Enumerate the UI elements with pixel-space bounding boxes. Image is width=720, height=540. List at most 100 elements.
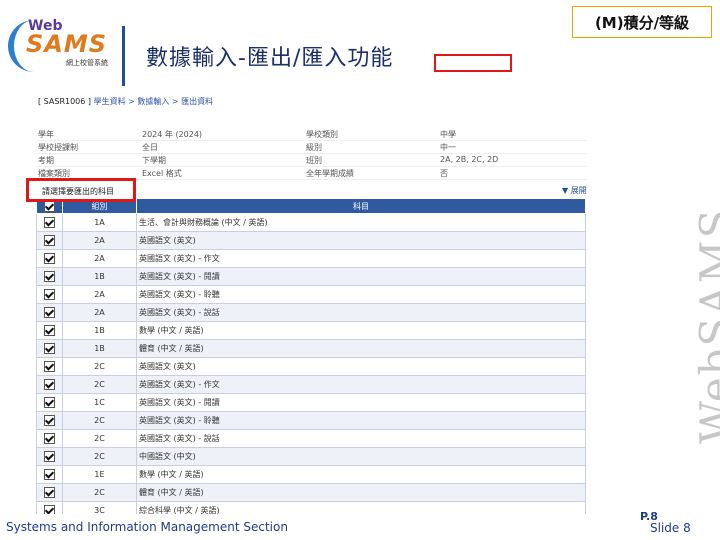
- row-select-cell[interactable]: [36, 393, 63, 412]
- subject-cell: 英國語文 (英文): [136, 231, 586, 250]
- subject-cell: 英國語文 (英文) - 聆聽: [136, 285, 586, 304]
- subject-column-header: 科目: [136, 198, 586, 214]
- row-checkbox[interactable]: [44, 271, 55, 282]
- footer-org: Systems and Information Management Secti…: [6, 520, 288, 534]
- group-cell: 2C: [62, 411, 137, 430]
- table-row: 2A 英國語文 (英文) - 聆聽: [36, 285, 586, 304]
- info-value: 2A, 2B, 2C, 2D: [440, 155, 499, 164]
- row-select-cell[interactable]: [36, 249, 63, 268]
- row-checkbox[interactable]: [44, 235, 55, 246]
- group-cell: 2C: [62, 429, 137, 448]
- group-cell: 1B: [62, 267, 137, 286]
- row-select-cell[interactable]: [36, 267, 63, 286]
- table-row: 1B 體育 (中文 / 英語): [36, 339, 586, 358]
- info-value: 否: [440, 169, 448, 178]
- row-checkbox[interactable]: [44, 433, 55, 444]
- row-checkbox[interactable]: [44, 505, 55, 514]
- subject-cell: 中國語文 (中文): [136, 447, 586, 466]
- row-select-cell[interactable]: [36, 375, 63, 394]
- row-checkbox[interactable]: [44, 289, 55, 300]
- group-cell: 2C: [62, 375, 137, 394]
- table-row: 2C 體育 (中文 / 英語): [36, 483, 586, 502]
- row-select-cell[interactable]: [36, 285, 63, 304]
- row-select-cell[interactable]: [36, 213, 63, 232]
- slide-title: 數據輸入-匯出/匯入功能: [146, 46, 394, 71]
- subject-cell: 數學 (中文 / 英語): [136, 465, 586, 484]
- table-row: 1B 數學 (中文 / 英語): [36, 321, 586, 340]
- info-label: 全年學期成績: [306, 169, 354, 178]
- group-cell: 1C: [62, 393, 137, 412]
- subject-cell: 英國語文 (英文) - 聆聽: [136, 411, 586, 430]
- group-cell: 3C: [62, 501, 137, 514]
- row-select-cell[interactable]: [36, 303, 63, 322]
- info-row: 考期 下學期 班別 2A, 2B, 2C, 2D: [38, 154, 586, 167]
- table-row: 1C 英國語文 (英文) - 閱讀: [36, 393, 586, 412]
- subject-cell: 英國語文 (英文): [136, 357, 586, 376]
- row-checkbox[interactable]: [44, 379, 55, 390]
- subject-cell: 英國語文 (英文) - 閱讀: [136, 267, 586, 286]
- row-checkbox[interactable]: [44, 469, 55, 480]
- row-checkbox[interactable]: [44, 451, 55, 462]
- row-select-cell[interactable]: [36, 483, 63, 502]
- row-select-cell[interactable]: [36, 231, 63, 250]
- subject-cell: 英國語文 (英文) - 說話: [136, 303, 586, 322]
- info-value: 中一: [440, 143, 456, 152]
- select-all-checkbox[interactable]: [44, 200, 55, 212]
- subject-cell: 英國語文 (英文) - 作文: [136, 375, 586, 394]
- row-checkbox[interactable]: [44, 343, 55, 354]
- expand-toggle[interactable]: ▼ 展開: [562, 185, 587, 196]
- row-checkbox[interactable]: [44, 325, 55, 336]
- row-select-cell[interactable]: [36, 465, 63, 484]
- row-checkbox[interactable]: [44, 415, 55, 426]
- export-info: 學年 2024 年 (2024) 學校類別 中學 學校授課制 全日 級別 中一 考期 下學期 班別 2…: [38, 128, 586, 180]
- group-cell: 2C: [62, 357, 137, 376]
- info-value: 2024 年 (2024): [142, 130, 203, 139]
- websams-logo: Web SAMS 網上校管系統: [6, 18, 116, 82]
- table-row: 3C 綜合科學 (中文 / 英語): [36, 501, 586, 514]
- websams-watermark: WebSAMS: [691, 207, 720, 444]
- table-row: 1E 數學 (中文 / 英語): [36, 465, 586, 484]
- table-row: 2C 英國語文 (英文) - 說話: [36, 429, 586, 448]
- logo-subtitle: 網上校管系統: [66, 59, 108, 67]
- info-label: 學校授課制: [38, 143, 78, 152]
- row-checkbox[interactable]: [44, 253, 55, 264]
- row-select-cell[interactable]: [36, 357, 63, 376]
- table-row: 2A 英國語文 (英文) - 作文: [36, 249, 586, 268]
- row-select-cell[interactable]: [36, 339, 63, 358]
- table-row: 2C 英國語文 (英文) - 作文: [36, 375, 586, 394]
- class-highlight-box: [434, 54, 512, 72]
- table-row: 1A 生活、會計與財務概論 (中文 / 英語): [36, 213, 586, 232]
- subject-cell: 生活、會計與財務概論 (中文 / 英語): [136, 213, 586, 232]
- info-value: 下學期: [142, 156, 166, 165]
- subject-table: 組別 科目 1A 生活、會計與財務概論 (中文 / 英語) 2A 英國語文 (英文) 2…: [36, 198, 586, 514]
- table-row: 2C 英國語文 (英文) - 聆聽: [36, 411, 586, 430]
- table-row: 2A 英國語文 (英文) - 說話: [36, 303, 586, 322]
- row-checkbox[interactable]: [44, 217, 55, 228]
- table-row: 1B 英國語文 (英文) - 閱讀: [36, 267, 586, 286]
- row-checkbox[interactable]: [44, 397, 55, 408]
- info-value: Excel 格式: [142, 169, 182, 178]
- subject-cell: 英國語文 (英文) - 作文: [136, 249, 586, 268]
- row-checkbox[interactable]: [44, 487, 55, 498]
- breadcrumb: [ SASR1006 ] 學生資料 > 數據輸入 > 匯出資料: [38, 96, 213, 107]
- row-checkbox[interactable]: [44, 361, 55, 372]
- group-cell: 1E: [62, 465, 137, 484]
- logo-sams-text: SAMS: [26, 30, 108, 58]
- row-checkbox[interactable]: [44, 307, 55, 318]
- info-value: 中學: [440, 130, 456, 139]
- subject-cell: 數學 (中文 / 英語): [136, 321, 586, 340]
- info-value: 全日: [142, 143, 158, 152]
- row-select-cell[interactable]: [36, 321, 63, 340]
- row-select-cell[interactable]: [36, 501, 63, 514]
- group-cell: 2C: [62, 447, 137, 466]
- screenshot-panel: [ SASR1006 ] 學生資料 > 數據輸入 > 匯出資料 學年 2024 年…: [36, 92, 588, 514]
- group-cell: 2A: [62, 285, 137, 304]
- row-select-cell[interactable]: [36, 411, 63, 430]
- group-cell: 1A: [62, 213, 137, 232]
- row-select-cell[interactable]: [36, 429, 63, 448]
- row-select-cell[interactable]: [36, 447, 63, 466]
- group-cell: 1B: [62, 339, 137, 358]
- topic-badge: (M)積分/等級: [572, 6, 712, 38]
- group-cell: 2A: [62, 303, 137, 322]
- breadcrumb-path[interactable]: 學生資料 > 數據輸入 > 匯出資料: [94, 97, 214, 106]
